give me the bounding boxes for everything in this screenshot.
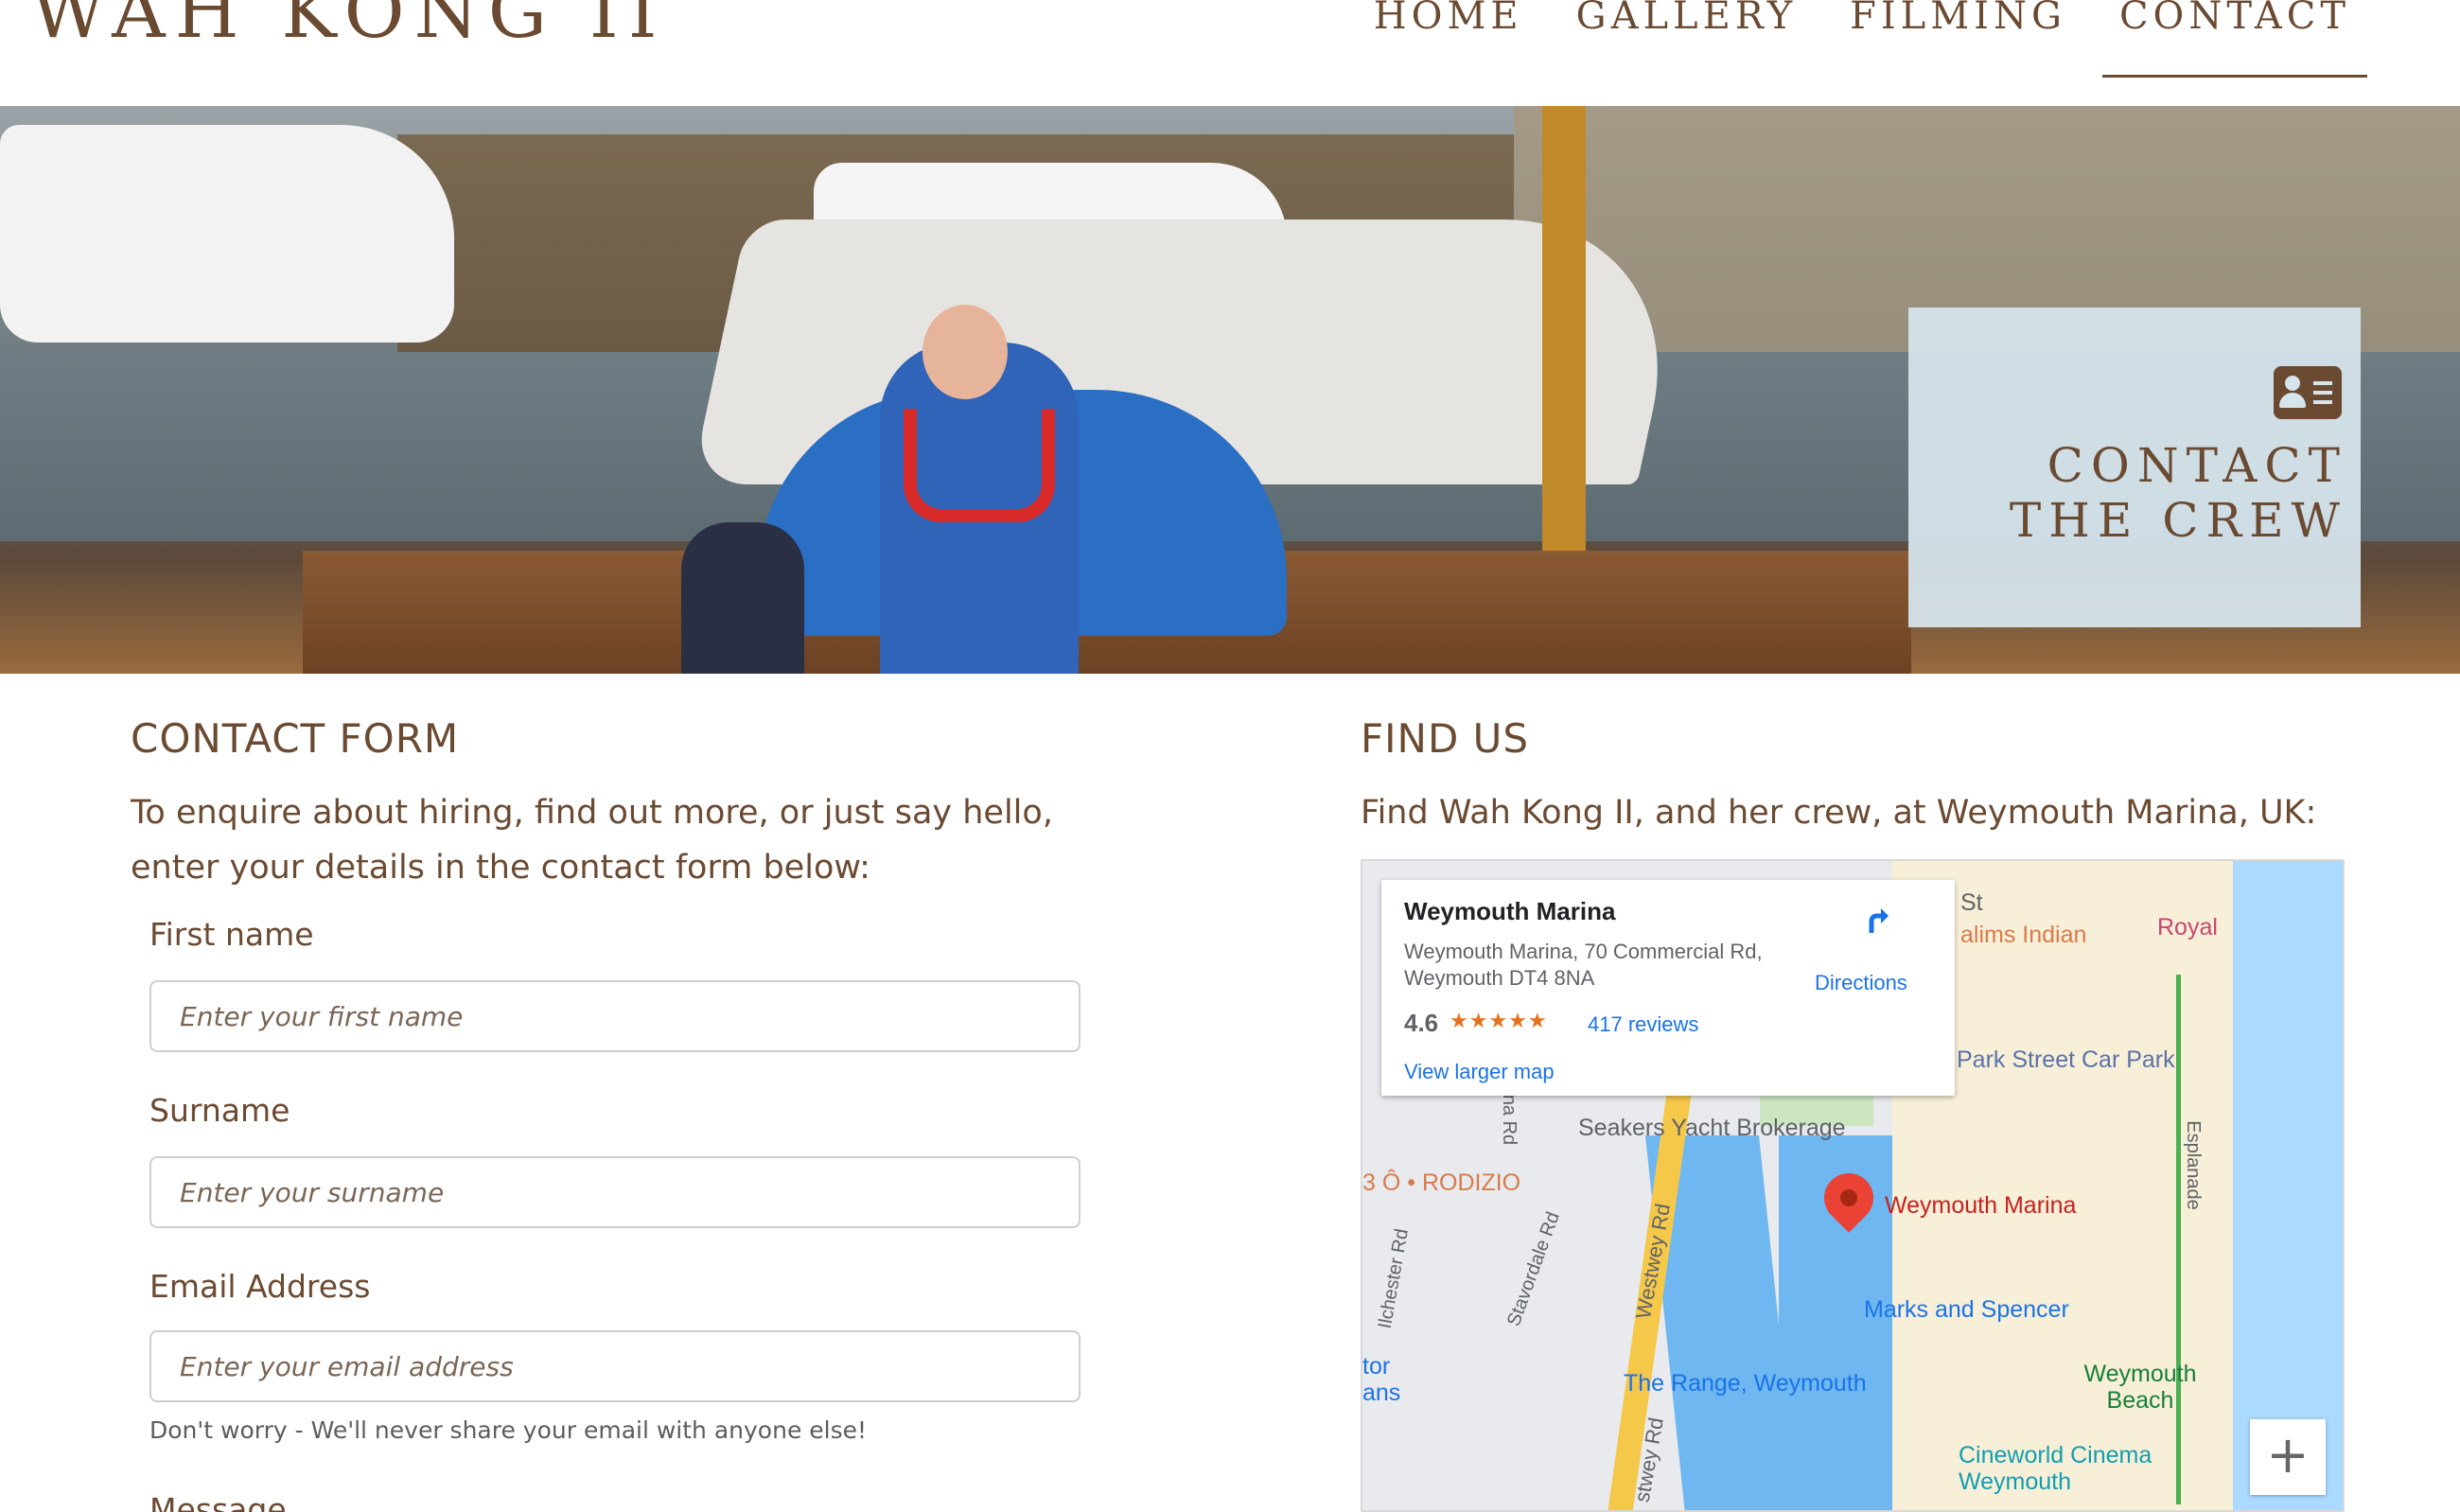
site-brand[interactable]: WAH KONG II	[30, 0, 667, 55]
directions-link[interactable]: Directions	[1815, 971, 1907, 995]
map-reviews-link[interactable]: 417 reviews	[1588, 1012, 1698, 1037]
nav-contact[interactable]: CONTACT	[2093, 0, 2377, 78]
map-label-royal[interactable]: Royal	[2157, 914, 2218, 941]
address-card-icon	[2274, 366, 2342, 419]
email-input[interactable]	[149, 1330, 1081, 1402]
hero-crew-head	[922, 305, 1008, 399]
map-label-seakers[interactable]: Seakers Yacht Brokerage	[1578, 1115, 1846, 1142]
map-rating: 4.6	[1404, 1009, 1439, 1037]
first-name-input[interactable]	[149, 980, 1081, 1052]
contact-crew-title: CONTACT THE CREW	[2009, 438, 2347, 548]
map-label-cineworld[interactable]: Cineworld Cinema Weymouth	[1959, 1442, 2176, 1495]
map-label-park-street[interactable]: Park Street Car Park	[1957, 1046, 2175, 1074]
map-label-rodizio[interactable]: 3 Ô • RODIZIO	[1362, 1169, 1520, 1197]
nav-filming[interactable]: FILMING	[1823, 0, 2093, 78]
directions-icon[interactable]	[1858, 901, 1896, 939]
map-label-st: St	[1960, 889, 1983, 916]
nav-gallery[interactable]: GALLERY	[1550, 0, 1823, 78]
contact-form-lead: To enquire about hiring, find out more, …	[131, 794, 1053, 887]
map-label-salims[interactable]: alims Indian	[1960, 922, 2086, 949]
message-label: Message	[149, 1491, 287, 1512]
email-help-text: Don't worry - We'll never share your ema…	[149, 1416, 868, 1444]
find-us-title: FIND US	[1361, 715, 1530, 762]
contact-form-title: CONTACT FORM	[131, 715, 460, 762]
surname-input[interactable]	[149, 1156, 1081, 1228]
map-place-address: Weymouth Marina, 70 Commercial Rd, Weymo…	[1404, 940, 1763, 990]
hero-crew-man	[681, 522, 804, 674]
contact-crew-card: CONTACT THE CREW	[1908, 308, 2361, 627]
first-name-label: First name	[149, 916, 314, 953]
view-larger-map-link[interactable]: View larger map	[1404, 1060, 1555, 1084]
find-us-lead: Find Wah Kong II, and her crew, at Weymo…	[1361, 794, 2317, 832]
map-sea	[2233, 861, 2343, 1510]
map-label-ans: ans	[1362, 1380, 1401, 1406]
main-nav: HOME GALLERY FILMING CONTACT	[1347, 0, 2377, 78]
map-green-path	[2176, 975, 2181, 1504]
map-rating-stars: ★★★★★	[1450, 1009, 1548, 1032]
map-label-ilchester: Ilchester Rd	[1374, 1226, 1413, 1330]
map-place-name: Weymouth Marina	[1404, 897, 1616, 925]
map-place-card: Weymouth Marina Weymouth Marina, 70 Comm…	[1381, 880, 1955, 1096]
map-label-marina-pin[interactable]: Weymouth Marina	[1885, 1192, 2076, 1220]
map-zoom-in-button[interactable]: +	[2250, 1419, 2326, 1495]
surname-label: Surname	[149, 1092, 290, 1129]
google-map[interactable]: St alims Indian Royal Park Street Car Pa…	[1361, 859, 2345, 1512]
map-label-beach[interactable]: Weymouth Beach	[2074, 1361, 2206, 1414]
map-label-esplanade: Esplanade	[2182, 1120, 2204, 1210]
map-label-marks[interactable]: Marks and Spencer	[1864, 1296, 2069, 1324]
hero-life-vest	[904, 409, 1055, 522]
email-label: Email Address	[149, 1268, 371, 1305]
site-header: WAH KONG II HOME GALLERY FILMING CONTACT	[0, 0, 2460, 106]
map-label-range[interactable]: The Range, Weymouth	[1624, 1370, 1867, 1398]
map-label-na-rd: na Rd	[1499, 1094, 1520, 1146]
hero-motor-yacht	[0, 125, 454, 343]
nav-home[interactable]: HOME	[1347, 0, 1550, 78]
map-label-tor: tor	[1362, 1353, 1391, 1380]
map-label-stavordale: Stavordale Rd	[1502, 1209, 1564, 1329]
